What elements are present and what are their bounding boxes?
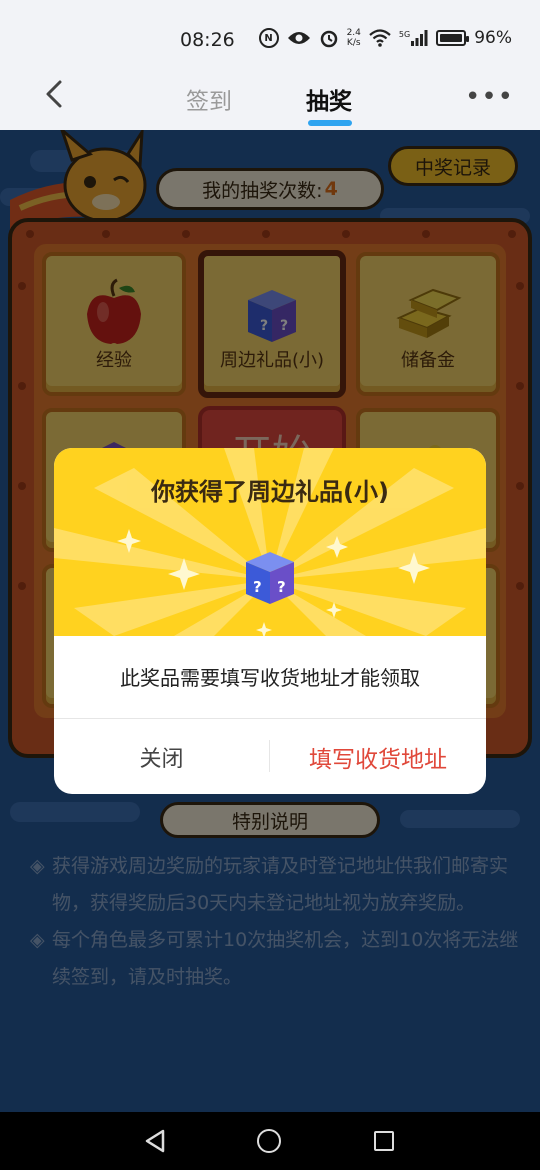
top-nav: 签到 抽奖 ••• (0, 62, 540, 130)
mystery-box-icon: ? ? (246, 552, 294, 604)
svg-text:?: ? (277, 578, 286, 596)
svg-text:?: ? (253, 578, 262, 596)
system-nav-bar (0, 1112, 540, 1170)
tab-lottery[interactable]: 抽奖 (306, 82, 352, 116)
dialog-message: 此奖品需要填写收货地址才能领取 (120, 666, 420, 690)
battery-percent: 96% (474, 28, 512, 48)
cellular-signal-icon: 5G (399, 30, 428, 46)
prize-dialog: 你获得了周边礼品(小) ? ? 此奖品需要填写收货地址才能领取 关闭 填写收货地… (54, 448, 486, 794)
fill-address-button[interactable]: 填写收货地址 (270, 719, 486, 794)
dialog-header: 你获得了周边礼品(小) ? ? (54, 448, 486, 636)
nfc-icon: N (258, 28, 279, 48)
system-recents-icon[interactable] (374, 1131, 394, 1151)
active-tab-indicator (308, 120, 352, 126)
system-back-icon[interactable] (143, 1129, 167, 1153)
battery-icon (436, 30, 470, 46)
alarm-icon (319, 28, 339, 48)
more-options-icon[interactable]: ••• (465, 82, 514, 112)
eye-comfort-icon (287, 30, 311, 46)
status-icons: N 2.4 K/s 5G 96% (258, 28, 512, 48)
status-time: 08:26 (180, 29, 235, 51)
back-button[interactable] (38, 76, 74, 112)
system-home-icon[interactable] (257, 1129, 281, 1153)
chevron-left-icon (46, 80, 62, 108)
wifi-icon (369, 29, 391, 47)
tab-signin[interactable]: 签到 (186, 82, 232, 116)
dialog-title: 你获得了周边礼品(小) (151, 478, 389, 506)
close-button[interactable]: 关闭 (54, 719, 269, 794)
network-speed: 2.4 K/s (346, 28, 361, 48)
